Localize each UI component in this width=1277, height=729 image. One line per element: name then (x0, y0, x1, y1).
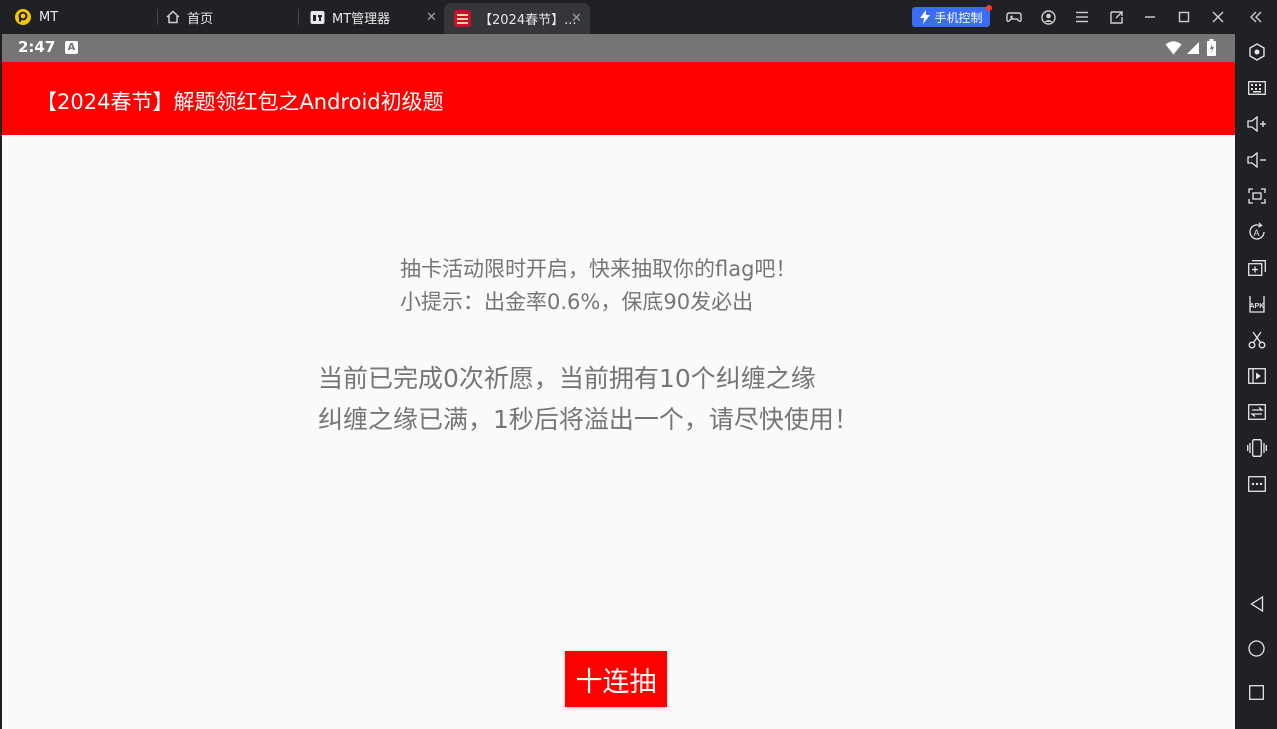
app-icon (454, 10, 471, 27)
gamepad-icon[interactable] (1002, 0, 1026, 34)
close-tab-icon[interactable]: ✕ (426, 10, 437, 25)
video-record-icon[interactable] (1236, 363, 1277, 389)
tab-divider (157, 9, 158, 25)
close-window-icon[interactable] (1206, 0, 1230, 34)
status-line-1: 当前已完成0次祈愿，当前拥有10个纠缠之缘 (318, 364, 816, 393)
maximize-icon[interactable] (1172, 0, 1196, 34)
cellular-signal-icon (1187, 42, 1199, 54)
back-icon[interactable] (1236, 591, 1277, 617)
emulator-screen: 2:47 A 【2024春节】解题领红包之Android初级题 抽卡活动限时开启… (2, 34, 1235, 729)
android-status-bar: 2:47 A (2, 34, 1235, 62)
collapse-sidebar-icon[interactable] (1244, 0, 1268, 34)
a-icon: A (65, 41, 78, 54)
scissors-icon[interactable] (1236, 327, 1277, 353)
close-tab-icon[interactable]: ✕ (571, 11, 582, 26)
tab-active-app[interactable]: 【2024春节】... ✕ (444, 3, 590, 34)
tab-divider (298, 9, 299, 25)
tab-label: 首页 (187, 11, 214, 27)
app-title: 【2024春节】解题领红包之Android初级题 (36, 90, 444, 114)
screenshot-icon[interactable] (1236, 183, 1277, 209)
keyboard-icon[interactable] (1236, 75, 1277, 101)
window-titlebar: MT 首页 MT管理器 ✕ 【2024春节】... ✕ 手机控制 (0, 0, 1277, 34)
intro-line-1: 抽卡活动限时开启，快来抽取你的flag吧！ (400, 257, 797, 281)
volume-down-icon[interactable] (1236, 147, 1277, 173)
minimize-icon[interactable] (1138, 0, 1162, 34)
tab-home[interactable]: 首页 (166, 0, 296, 34)
auto-rotate-icon[interactable]: A (1236, 219, 1277, 245)
lightning-icon (920, 10, 931, 24)
pin-window-icon[interactable] (1104, 0, 1128, 34)
status-line-2: 纠缠之缘已满，1秒后将溢出一个，请尽快使用！ (318, 405, 859, 434)
status-time: 2:47 (18, 38, 56, 56)
home-circle-icon[interactable] (1236, 635, 1277, 661)
intro-line-2: 小提示：出金率0.6%，保底90发必出 (400, 290, 754, 314)
add-window-icon[interactable] (1236, 255, 1277, 281)
notification-dot (986, 5, 992, 11)
phone-control-button[interactable]: 手机控制 (912, 5, 992, 27)
tab-label: MT管理器 (332, 11, 391, 27)
shake-icon[interactable] (1236, 435, 1277, 461)
home-icon (166, 10, 180, 24)
svg-text:APK: APK (1249, 303, 1264, 310)
tab-label: MT (39, 9, 59, 25)
wifi-icon (1165, 41, 1182, 55)
apk-install-icon[interactable]: APK (1236, 291, 1277, 317)
svg-text:A: A (1253, 228, 1259, 238)
battery-icon (1207, 39, 1216, 56)
emulator-toolbar: A APK (1236, 34, 1277, 729)
ten-draw-button[interactable]: 十连抽 (565, 651, 667, 707)
more-icon[interactable] (1236, 471, 1277, 497)
mt-logo-icon (15, 9, 31, 25)
tab-mt[interactable]: MT (14, 0, 154, 34)
tab-label: 【2024春节】... (479, 13, 577, 28)
phone-control-label: 手机控制 (934, 10, 983, 25)
account-icon[interactable] (1036, 0, 1060, 34)
volume-up-icon[interactable] (1236, 111, 1277, 137)
app-bar: 【2024春节】解题领红包之Android初级题 (2, 62, 1235, 135)
file-transfer-icon[interactable] (1236, 399, 1277, 425)
mt-manager-icon (310, 10, 325, 24)
tab-mt-manager[interactable]: MT管理器 ✕ (310, 0, 440, 34)
menu-icon[interactable] (1070, 0, 1094, 34)
settings-icon[interactable] (1236, 39, 1277, 65)
recents-icon[interactable] (1236, 679, 1277, 705)
